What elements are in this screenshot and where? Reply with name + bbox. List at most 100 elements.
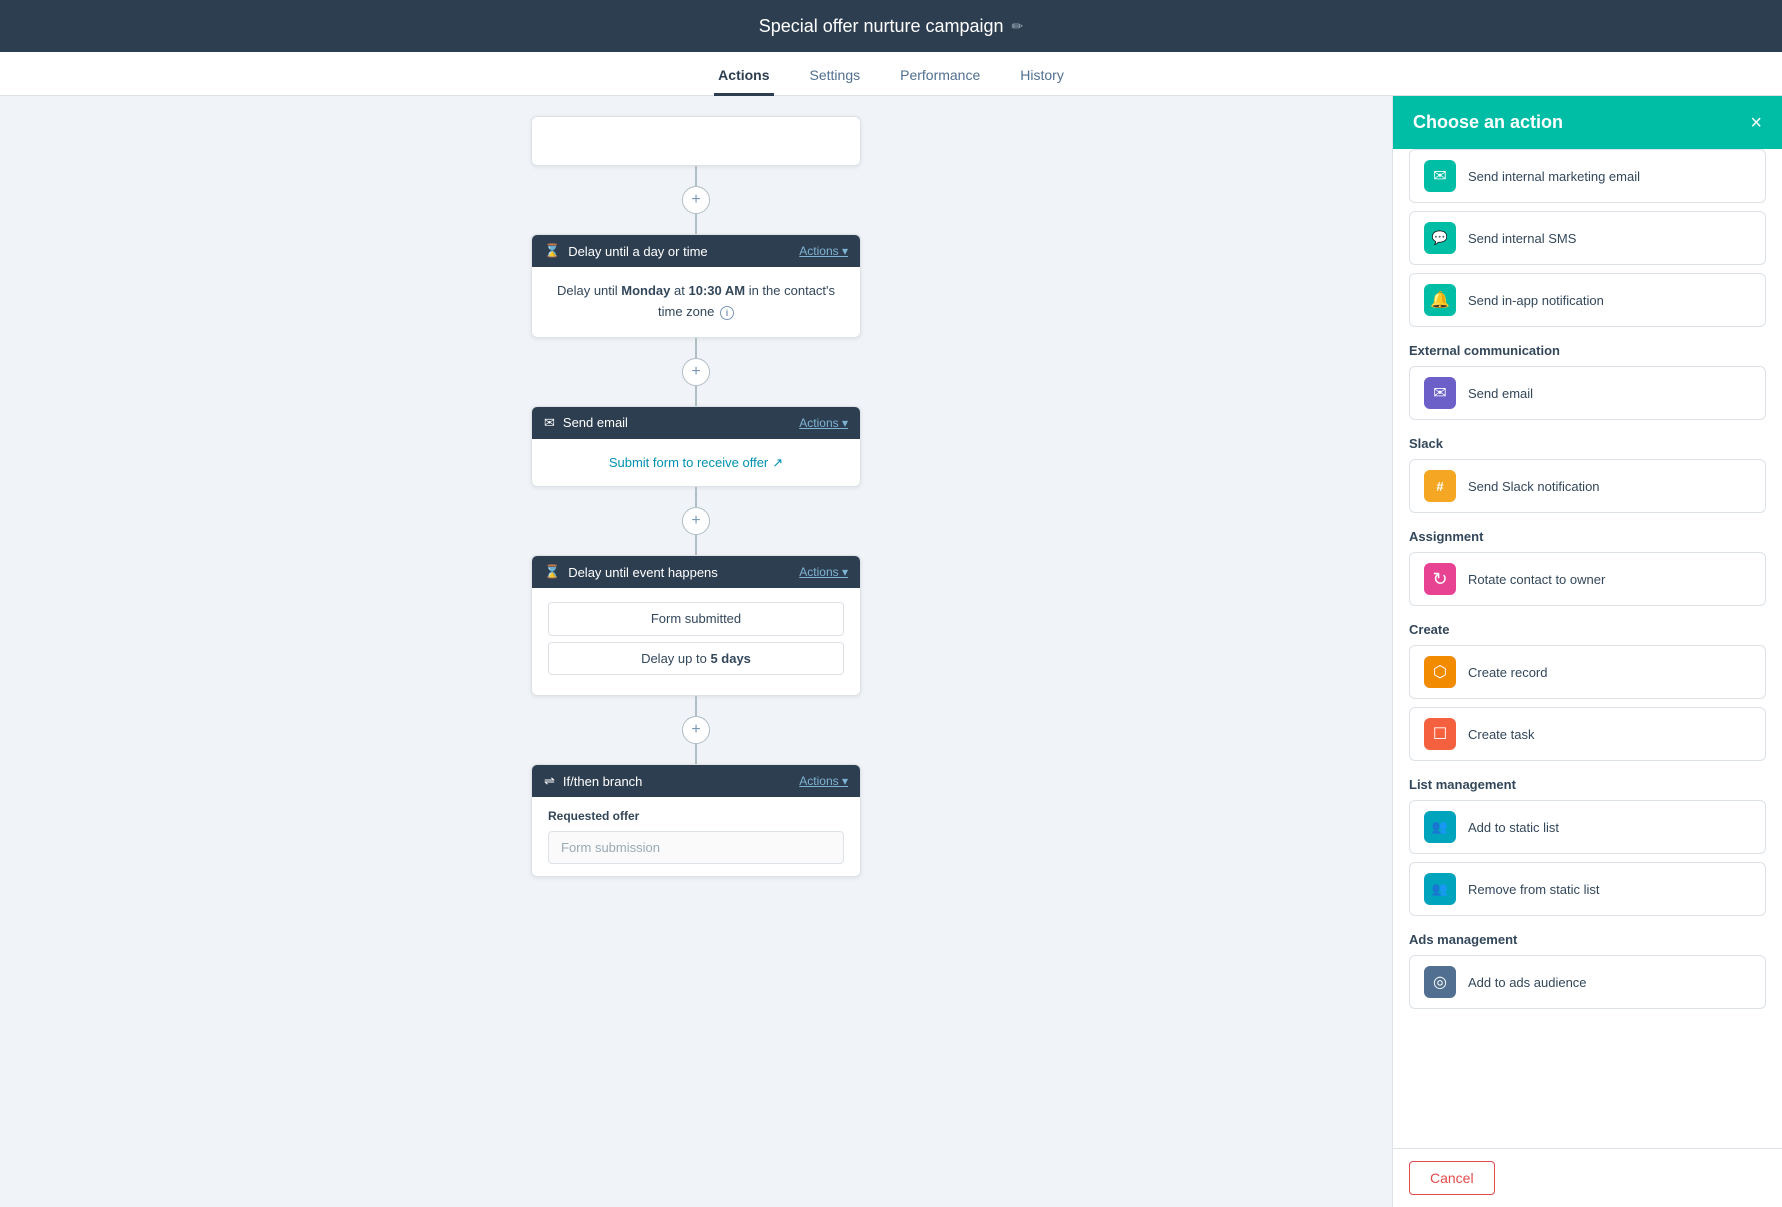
send-inapp-label: Send in-app notification [1468,293,1604,308]
connector-4: + [682,696,710,764]
delay-days-box: Delay up to 5 days [548,642,844,676]
rotate-contact-icon: ↻ [1424,563,1456,595]
slack-section: Slack # Send Slack notification [1409,436,1766,513]
ifthen-branch-label: Requested offer [548,809,844,823]
delay-day-time-title: Delay until a day or time [568,244,707,259]
action-send-inapp[interactable]: 🔔 Send in-app notification [1409,273,1766,327]
slack-label: Slack [1409,436,1766,451]
external-link-icon: ↗ [772,453,783,473]
action-send-internal-sms[interactable]: 💬 Send internal SMS [1409,211,1766,265]
workflow-title-group: Special offer nurture campaign ✏ [759,16,1024,37]
header-left: ✉ Send email [544,415,628,431]
connector-1: + [682,166,710,234]
connector-line [695,744,697,764]
delay-day-time-card: ⌛ Delay until a day or time Actions ▾ De… [531,234,861,338]
ifthen-actions-btn[interactable]: Actions ▾ [799,774,848,788]
add-step-button-4[interactable]: + [682,716,710,744]
tab-settings[interactable]: Settings [806,57,865,96]
header-left: ⇌ If/then branch [544,773,642,789]
connector-line [695,535,697,555]
send-internal-email-icon: ✉ [1424,160,1456,192]
info-icon[interactable]: i [720,306,734,320]
assignment-label: Assignment [1409,529,1766,544]
add-step-button-3[interactable]: + [682,507,710,535]
panel-footer: Cancel [1393,1148,1782,1207]
action-create-task[interactable]: ☐ Create task [1409,707,1766,761]
submit-form-link[interactable]: Submit form to receive offer ↗ [548,453,844,473]
delay-icon: ⌛ [544,243,560,259]
send-email-label: Send email [1468,386,1533,401]
ifthen-branch-box: Form submission [548,831,844,864]
tab-history[interactable]: History [1016,57,1068,96]
top-bar: Special offer nurture campaign ✏ [0,0,1782,52]
rotate-contact-label: Rotate contact to owner [1468,572,1605,587]
create-task-label: Create task [1468,727,1534,742]
ifthen-title: If/then branch [563,774,643,789]
connector-line [695,214,697,234]
external-comm-section: External communication ✉ Send email [1409,343,1766,420]
create-record-label: Create record [1468,665,1547,680]
ifthen-icon: ⇌ [544,773,555,789]
panel-body: ✉ Send internal marketing email 💬 Send i… [1393,149,1782,1148]
remove-static-list-icon: 👥 [1424,873,1456,905]
action-send-internal-email[interactable]: ✉ Send internal marketing email [1409,149,1766,203]
send-email-header: ✉ Send email Actions ▾ [532,407,860,439]
delay-day-time-body: Delay until Monday at 10:30 AM in the co… [532,267,860,337]
send-email-actions-btn[interactable]: Actions ▾ [799,416,848,430]
delay-event-icon: ⌛ [544,564,560,580]
send-internal-sms-label: Send internal SMS [1468,231,1576,246]
list-mgmt-section: List management 👥 Add to static list 👥 R… [1409,777,1766,916]
edit-icon[interactable]: ✏ [1012,18,1024,35]
delay-text: Delay up to [641,651,710,666]
ads-mgmt-section: Ads management ◎ Add to ads audience [1409,932,1766,1009]
header-left: ⌛ Delay until a day or time [544,243,708,259]
delay-event-actions-btn[interactable]: Actions ▾ [799,565,848,579]
send-inapp-icon: 🔔 [1424,284,1456,316]
external-comm-label: External communication [1409,343,1766,358]
list-mgmt-label: List management [1409,777,1766,792]
action-send-slack[interactable]: # Send Slack notification [1409,459,1766,513]
add-step-button-2[interactable]: + [682,358,710,386]
delay-event-header: ⌛ Delay until event happens Actions ▾ [532,556,860,588]
send-internal-email-label: Send internal marketing email [1468,169,1640,184]
delay-event-card: ⌛ Delay until event happens Actions ▾ Fo… [531,555,861,696]
connector-line [695,696,697,716]
remove-static-list-label: Remove from static list [1468,882,1599,897]
send-slack-label: Send Slack notification [1468,479,1600,494]
send-internal-sms-icon: 💬 [1424,222,1456,254]
send-email-icon: ✉ [1424,377,1456,409]
add-step-button-1[interactable]: + [682,186,710,214]
panel-header: Choose an action × [1393,96,1782,149]
action-send-email[interactable]: ✉ Send email [1409,366,1766,420]
action-add-ads-audience[interactable]: ◎ Add to ads audience [1409,955,1766,1009]
tab-bar: Actions Settings Performance History [0,52,1782,96]
create-label: Create [1409,622,1766,637]
top-placeholder-card [531,116,861,166]
ifthen-body: Requested offer Form submission [532,797,860,876]
delay-day-time-actions-btn[interactable]: Actions ▾ [799,244,848,258]
connector-line [695,338,697,358]
ifthen-card: ⇌ If/then branch Actions ▾ Requested off… [531,764,861,877]
create-task-icon: ☐ [1424,718,1456,750]
action-remove-static-list[interactable]: 👥 Remove from static list [1409,862,1766,916]
right-panel: Choose an action × ✉ Send internal marke… [1392,96,1782,1207]
workflow-container: + ⌛ Delay until a day or time Actions ▾ … [366,116,1026,877]
tab-performance[interactable]: Performance [896,57,984,96]
form-submitted-box: Form submitted [548,602,844,636]
action-rotate-contact[interactable]: ↻ Rotate contact to owner [1409,552,1766,606]
workflow-canvas: + ⌛ Delay until a day or time Actions ▾ … [0,96,1392,1207]
delay-day-time-header: ⌛ Delay until a day or time Actions ▾ [532,235,860,267]
action-create-record[interactable]: ⬡ Create record [1409,645,1766,699]
tab-actions[interactable]: Actions [714,57,773,96]
create-section: Create ⬡ Create record ☐ Create task [1409,622,1766,761]
header-left: ⌛ Delay until event happens [544,564,718,580]
ifthen-header: ⇌ If/then branch Actions ▾ [532,765,860,797]
main-layout: + ⌛ Delay until a day or time Actions ▾ … [0,96,1782,1207]
panel-title: Choose an action [1413,112,1563,133]
connector-2: + [682,338,710,406]
action-add-static-list[interactable]: 👥 Add to static list [1409,800,1766,854]
close-panel-button[interactable]: × [1750,113,1762,133]
add-static-list-label: Add to static list [1468,820,1559,835]
connector-line [695,166,697,186]
cancel-button[interactable]: Cancel [1409,1161,1495,1195]
